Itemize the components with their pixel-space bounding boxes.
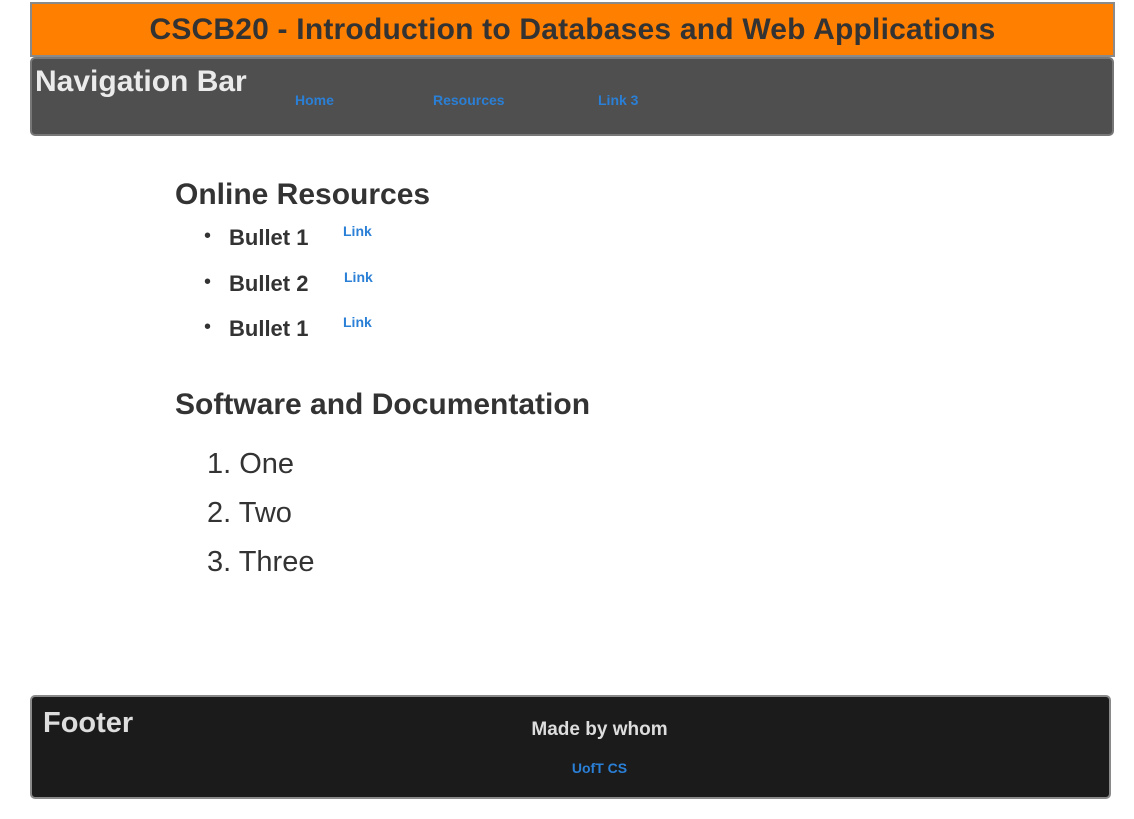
software-documentation-heading: Software and Documentation bbox=[175, 388, 591, 421]
nav-link-home[interactable]: Home bbox=[295, 92, 334, 108]
footer-credit: Made by whom bbox=[531, 719, 668, 740]
bullet-icon: • bbox=[204, 271, 212, 293]
list-item-text: Bullet 2 bbox=[229, 271, 309, 296]
list-item-link[interactable]: Link bbox=[343, 223, 372, 239]
navbar-title: Navigation Bar bbox=[35, 65, 247, 98]
navigation-bar: Navigation Bar Home Resources Link 3 bbox=[30, 57, 1114, 136]
ordered-list-item: 1. One bbox=[207, 448, 295, 480]
list-item-link[interactable]: Link bbox=[344, 269, 373, 285]
bullet-icon: • bbox=[204, 316, 212, 338]
ordered-list-item: 3. Three bbox=[207, 546, 315, 578]
list-item-text: Bullet 1 bbox=[229, 225, 309, 250]
nav-link-3[interactable]: Link 3 bbox=[598, 92, 638, 108]
bullet-icon: • bbox=[204, 225, 212, 247]
page-footer: Footer Made by whom UofT CS bbox=[30, 695, 1111, 799]
ordered-list-item: 2. Two bbox=[207, 497, 292, 529]
footer-link-uoft-cs[interactable]: UofT CS bbox=[32, 760, 1109, 776]
page-title: CSCB20 - Introduction to Databases and W… bbox=[149, 13, 996, 46]
page-header: CSCB20 - Introduction to Databases and W… bbox=[30, 2, 1115, 57]
list-item-text: Bullet 1 bbox=[229, 316, 309, 341]
online-resources-heading: Online Resources bbox=[175, 178, 431, 211]
list-item-link[interactable]: Link bbox=[343, 314, 372, 330]
nav-link-resources[interactable]: Resources bbox=[433, 92, 505, 108]
